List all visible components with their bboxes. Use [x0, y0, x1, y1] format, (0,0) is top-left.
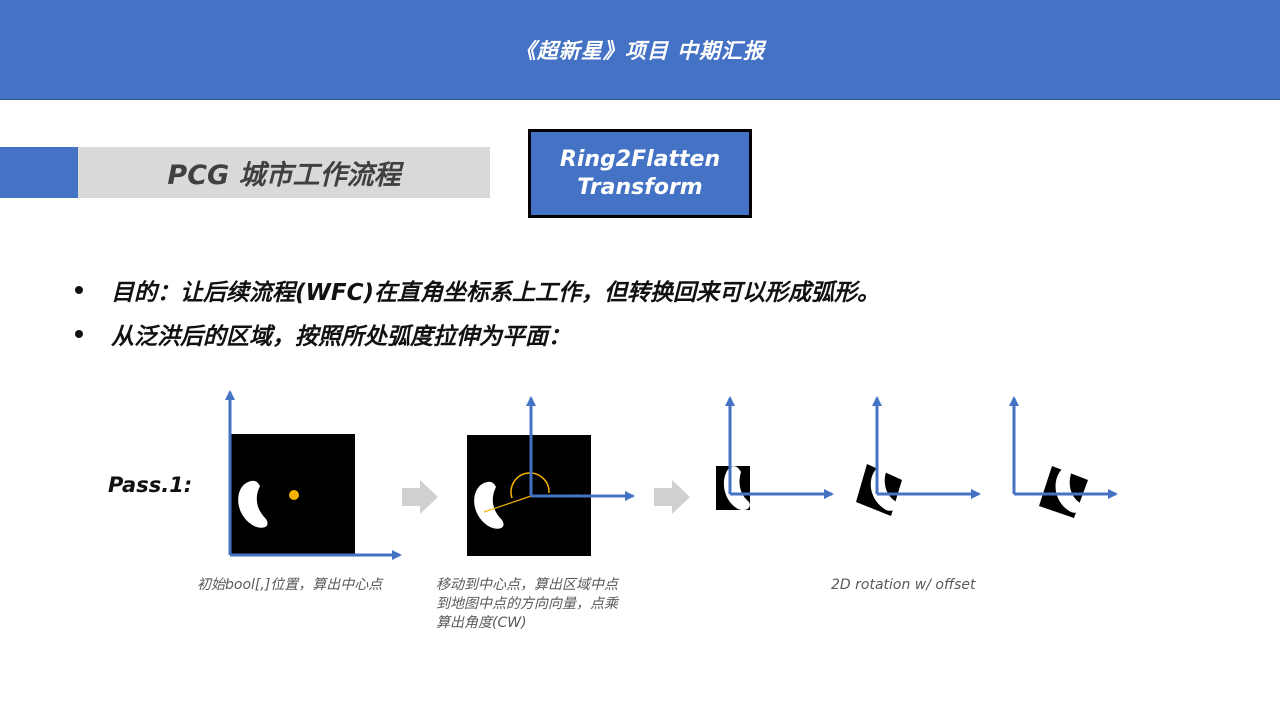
step2-figure — [467, 396, 635, 556]
rotation-figure-2 — [856, 396, 981, 516]
caption-step2-line: 移动到中心点，算出区域中点 — [436, 577, 618, 593]
caption-step2-line: 算出角度(CW) — [436, 615, 527, 631]
step-arrow-icon — [402, 480, 438, 514]
rotation-figure-1 — [716, 396, 834, 511]
step-arrow-icon — [654, 480, 690, 514]
caption-step2: 移动到中心点，算出区域中点 到地图中点的方向向量，点乘 算出角度(CW) — [436, 576, 618, 633]
center-point-icon — [289, 490, 299, 500]
rotation-figure-3 — [1009, 396, 1118, 518]
caption-step2-line: 到地图中点的方向向量，点乘 — [436, 596, 618, 612]
caption-step1: 初始bool[,]位置，算出中心点 — [197, 577, 383, 593]
transform-diagram — [225, 390, 1118, 560]
caption-step3: 2D rotation w/ offset — [831, 577, 976, 593]
step1-figure — [225, 390, 402, 560]
